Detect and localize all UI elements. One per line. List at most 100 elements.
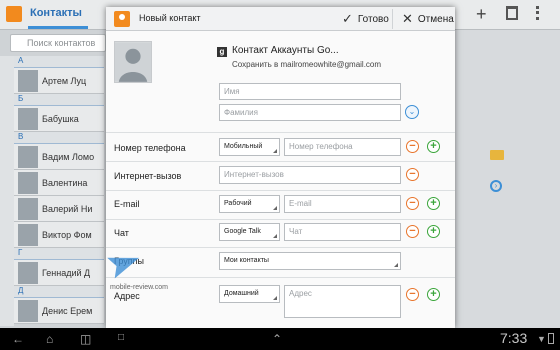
expand-name-chevron-icon[interactable]: ⌄ bbox=[405, 105, 419, 119]
divider bbox=[106, 161, 455, 162]
contact-name: Вадим Ломо bbox=[42, 151, 95, 162]
avatar bbox=[18, 171, 38, 194]
avatar bbox=[18, 145, 38, 168]
contact-name: Виктор Фом bbox=[42, 229, 92, 240]
remove-address-button[interactable]: − bbox=[406, 288, 419, 301]
message-icon[interactable] bbox=[490, 150, 504, 160]
recent-apps-icon[interactable]: ◫ bbox=[80, 332, 91, 346]
chat-placeholder: Чат bbox=[289, 227, 303, 236]
screenshot-icon[interactable]: □ bbox=[118, 332, 124, 343]
avatar bbox=[18, 261, 38, 284]
home-icon[interactable]: ⌂ bbox=[46, 332, 53, 346]
address-label: Адрес bbox=[114, 291, 140, 301]
overflow-menu-icon[interactable] bbox=[536, 6, 539, 20]
first-name-field[interactable]: Имя bbox=[219, 83, 401, 100]
clock: 7:33 bbox=[500, 330, 528, 346]
search-input[interactable]: Поиск контактов bbox=[10, 34, 106, 52]
header-divider bbox=[392, 9, 393, 29]
divider bbox=[106, 219, 455, 220]
remove-internet-call-button[interactable]: − bbox=[406, 168, 419, 181]
first-name-placeholder: Имя bbox=[224, 87, 240, 96]
person-silhouette-icon bbox=[115, 42, 151, 82]
cancel-label: Отмена bbox=[417, 13, 454, 25]
section-letter: Г bbox=[14, 248, 104, 260]
divider bbox=[106, 190, 455, 191]
alphabet-index[interactable] bbox=[0, 56, 14, 326]
email-label: E-mail bbox=[114, 199, 140, 209]
tab-contacts[interactable]: Контакты bbox=[30, 7, 82, 19]
list-item[interactable]: Денис Ерем bbox=[14, 298, 104, 324]
contact-name: Артем Луц bbox=[42, 75, 87, 86]
add-chat-button[interactable]: + bbox=[427, 225, 440, 238]
contact-name: Валентина bbox=[42, 177, 88, 188]
add-email-button[interactable]: + bbox=[427, 197, 440, 210]
section-letter: Б bbox=[14, 94, 104, 106]
phone-placeholder: Номер телефона bbox=[289, 142, 353, 151]
list-item[interactable]: Артем Луц bbox=[14, 68, 104, 94]
chevron-up-icon[interactable]: ⌃ bbox=[272, 332, 282, 346]
phone-label: Номер телефона bbox=[114, 143, 186, 153]
contact-name: Денис Ерем bbox=[42, 305, 93, 316]
dialog-header: Новый контакт ✓ Готово ✕ Отмена bbox=[106, 7, 455, 31]
contacts-app-icon bbox=[6, 6, 22, 22]
section-letter: А bbox=[14, 56, 104, 68]
chat-label: Чат bbox=[114, 228, 129, 238]
tab-indicator bbox=[28, 26, 88, 29]
remove-email-button[interactable]: − bbox=[406, 197, 419, 210]
avatar bbox=[18, 107, 38, 130]
watermark-text: mobile-review.com bbox=[110, 284, 168, 291]
watermark-arrow-icon bbox=[107, 248, 143, 279]
phone-field[interactable]: Номер телефона bbox=[284, 138, 401, 156]
internet-call-placeholder: Интернет-вызов bbox=[224, 170, 284, 179]
delete-icon[interactable] bbox=[506, 6, 518, 20]
system-navigation-bar: ← ⌂ ◫ □ ⌃ 7:33 ▼ bbox=[0, 328, 560, 350]
dialog-title: Новый контакт bbox=[139, 13, 201, 23]
last-name-placeholder: Фамилия bbox=[224, 108, 258, 117]
checkmark-icon: ✓ bbox=[342, 11, 353, 26]
phone-type-select[interactable]: Мобильный bbox=[219, 138, 280, 156]
remove-phone-button[interactable]: − bbox=[406, 140, 419, 153]
contact-name: Геннадий Д bbox=[42, 267, 91, 278]
remove-chat-button[interactable]: − bbox=[406, 225, 419, 238]
address-field[interactable]: Адрес bbox=[284, 285, 401, 318]
last-name-field[interactable]: Фамилия bbox=[219, 104, 401, 121]
email-type-select[interactable]: Рабочий bbox=[219, 195, 280, 213]
internet-call-label: Интернет-вызов bbox=[114, 171, 182, 181]
list-item[interactable]: Бабушка bbox=[14, 106, 104, 132]
contact-photo-picker[interactable] bbox=[114, 41, 152, 83]
account-title[interactable]: Контакт Аккаунты Go... bbox=[232, 45, 339, 56]
avatar bbox=[18, 223, 38, 246]
done-button[interactable]: ✓ Готово bbox=[342, 11, 389, 27]
chat-field[interactable]: Чат bbox=[284, 223, 401, 241]
divider bbox=[106, 247, 455, 248]
add-contact-icon[interactable]: + bbox=[476, 4, 487, 25]
section-letter: В bbox=[14, 132, 104, 144]
internet-call-field[interactable]: Интернет-вызов bbox=[219, 166, 401, 184]
contact-name: Бабушка bbox=[42, 113, 79, 124]
close-icon: ✕ bbox=[402, 11, 413, 26]
signal-icon: ▼ bbox=[537, 334, 546, 344]
google-account-icon: g bbox=[217, 47, 227, 57]
divider bbox=[106, 132, 455, 133]
list-item[interactable]: Виктор Фом bbox=[14, 222, 104, 248]
chat-type-select[interactable]: Google Talk bbox=[219, 223, 280, 241]
add-phone-button[interactable]: + bbox=[427, 140, 440, 153]
chevron-right-icon[interactable]: › bbox=[490, 180, 502, 192]
back-icon[interactable]: ← bbox=[12, 332, 24, 346]
watermark: mobile-review.com bbox=[110, 252, 168, 292]
account-subtitle: Сохранить в mailromeowhite@gmail.com bbox=[232, 60, 382, 69]
list-item[interactable]: Геннадий Д bbox=[14, 260, 104, 286]
list-item[interactable]: Вадим Ломо bbox=[14, 144, 104, 170]
contact-list: А Артем Луц Б Бабушка В Вадим Ломо Валентина Ва… bbox=[14, 56, 104, 328]
battery-icon bbox=[548, 333, 554, 344]
add-address-button[interactable]: + bbox=[427, 288, 440, 301]
list-item[interactable]: Валерий Ни bbox=[14, 196, 104, 222]
avatar bbox=[18, 197, 38, 220]
cancel-button[interactable]: ✕ Отмена bbox=[402, 11, 454, 27]
address-type-select[interactable]: Домашний bbox=[219, 285, 280, 303]
contact-name: Валерий Ни bbox=[42, 203, 93, 214]
groups-select[interactable]: Мои контакты bbox=[219, 252, 401, 270]
email-field[interactable]: E-mail bbox=[284, 195, 401, 213]
done-label: Готово bbox=[357, 13, 389, 25]
list-item[interactable]: Валентина bbox=[14, 170, 104, 196]
